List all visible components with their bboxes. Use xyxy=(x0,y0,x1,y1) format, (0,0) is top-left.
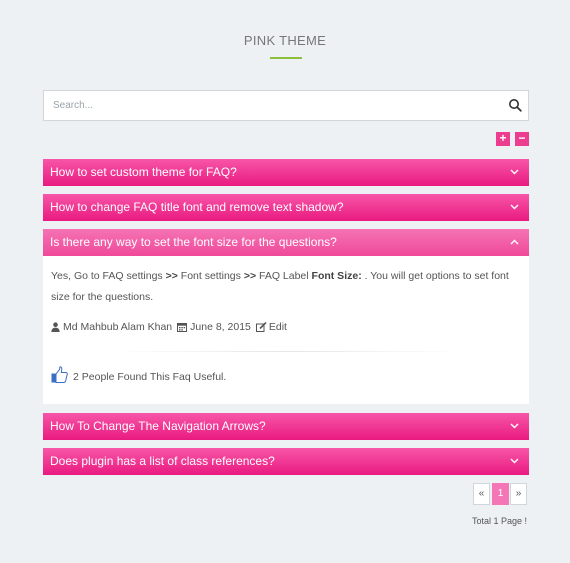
chevron-down-icon xyxy=(510,458,519,464)
chevron-down-icon xyxy=(510,169,519,175)
chevron-down-icon xyxy=(510,204,519,210)
search-input[interactable] xyxy=(44,91,494,120)
faq-question-text: Is there any way to set the font size fo… xyxy=(50,235,337,249)
expand-all-button[interactable]: + xyxy=(496,132,510,146)
faq-question-3[interactable]: Is there any way to set the font size fo… xyxy=(43,229,529,256)
faq-answer-panel: Yes, Go to FAQ settings >> Font settings… xyxy=(43,256,529,404)
faq-question-text: How to change FAQ title font and remove … xyxy=(50,200,344,214)
author-name: Md Mahbub Alam Khan xyxy=(63,321,173,333)
pagination-next-button[interactable]: » xyxy=(510,483,527,505)
faq-question-text: How To Change The Navigation Arrows? xyxy=(50,419,266,433)
search-box xyxy=(43,90,529,121)
post-date: June 8, 2015 xyxy=(190,321,251,333)
calendar-icon xyxy=(177,323,188,332)
faq-question-4[interactable]: How To Change The Navigation Arrows? xyxy=(43,413,529,440)
meta-separator xyxy=(113,351,463,352)
edit-label: Edit xyxy=(268,321,287,333)
title-underline xyxy=(270,57,302,59)
faq-question-text: Does plugin has a list of class referenc… xyxy=(50,454,275,468)
pagination-total: Total 1 Page ! xyxy=(471,516,527,526)
user-icon xyxy=(51,322,60,332)
faq-meta: Md Mahbub Alam Khan June 8, 2015 Edit xyxy=(51,321,287,333)
faq-question-text: How to set custom theme for FAQ? xyxy=(50,165,237,179)
edit-icon xyxy=(255,322,267,332)
search-icon[interactable] xyxy=(508,98,522,112)
faq-question-2[interactable]: How to change FAQ title font and remove … xyxy=(43,194,529,221)
useful-row: 2 People Found This Faq Useful. xyxy=(51,366,226,383)
faq-question-5[interactable]: Does plugin has a list of class referenc… xyxy=(43,448,529,475)
faq-question-1[interactable]: How to set custom theme for FAQ? xyxy=(43,159,529,186)
edit-link[interactable]: Edit xyxy=(255,321,287,333)
collapse-all-button[interactable]: − xyxy=(515,132,529,146)
chevron-up-icon xyxy=(510,239,519,245)
pagination-page-1[interactable]: 1 xyxy=(492,483,509,505)
useful-count-text: 2 People Found This Faq Useful. xyxy=(73,371,227,383)
thumbs-up-icon[interactable] xyxy=(51,366,68,383)
chevron-down-icon xyxy=(510,423,519,429)
faq-answer-text: Yes, Go to FAQ settings >> Font settings… xyxy=(51,270,509,303)
pagination-prev-button[interactable]: « xyxy=(473,483,490,505)
page-title: PINK THEME xyxy=(243,33,327,48)
